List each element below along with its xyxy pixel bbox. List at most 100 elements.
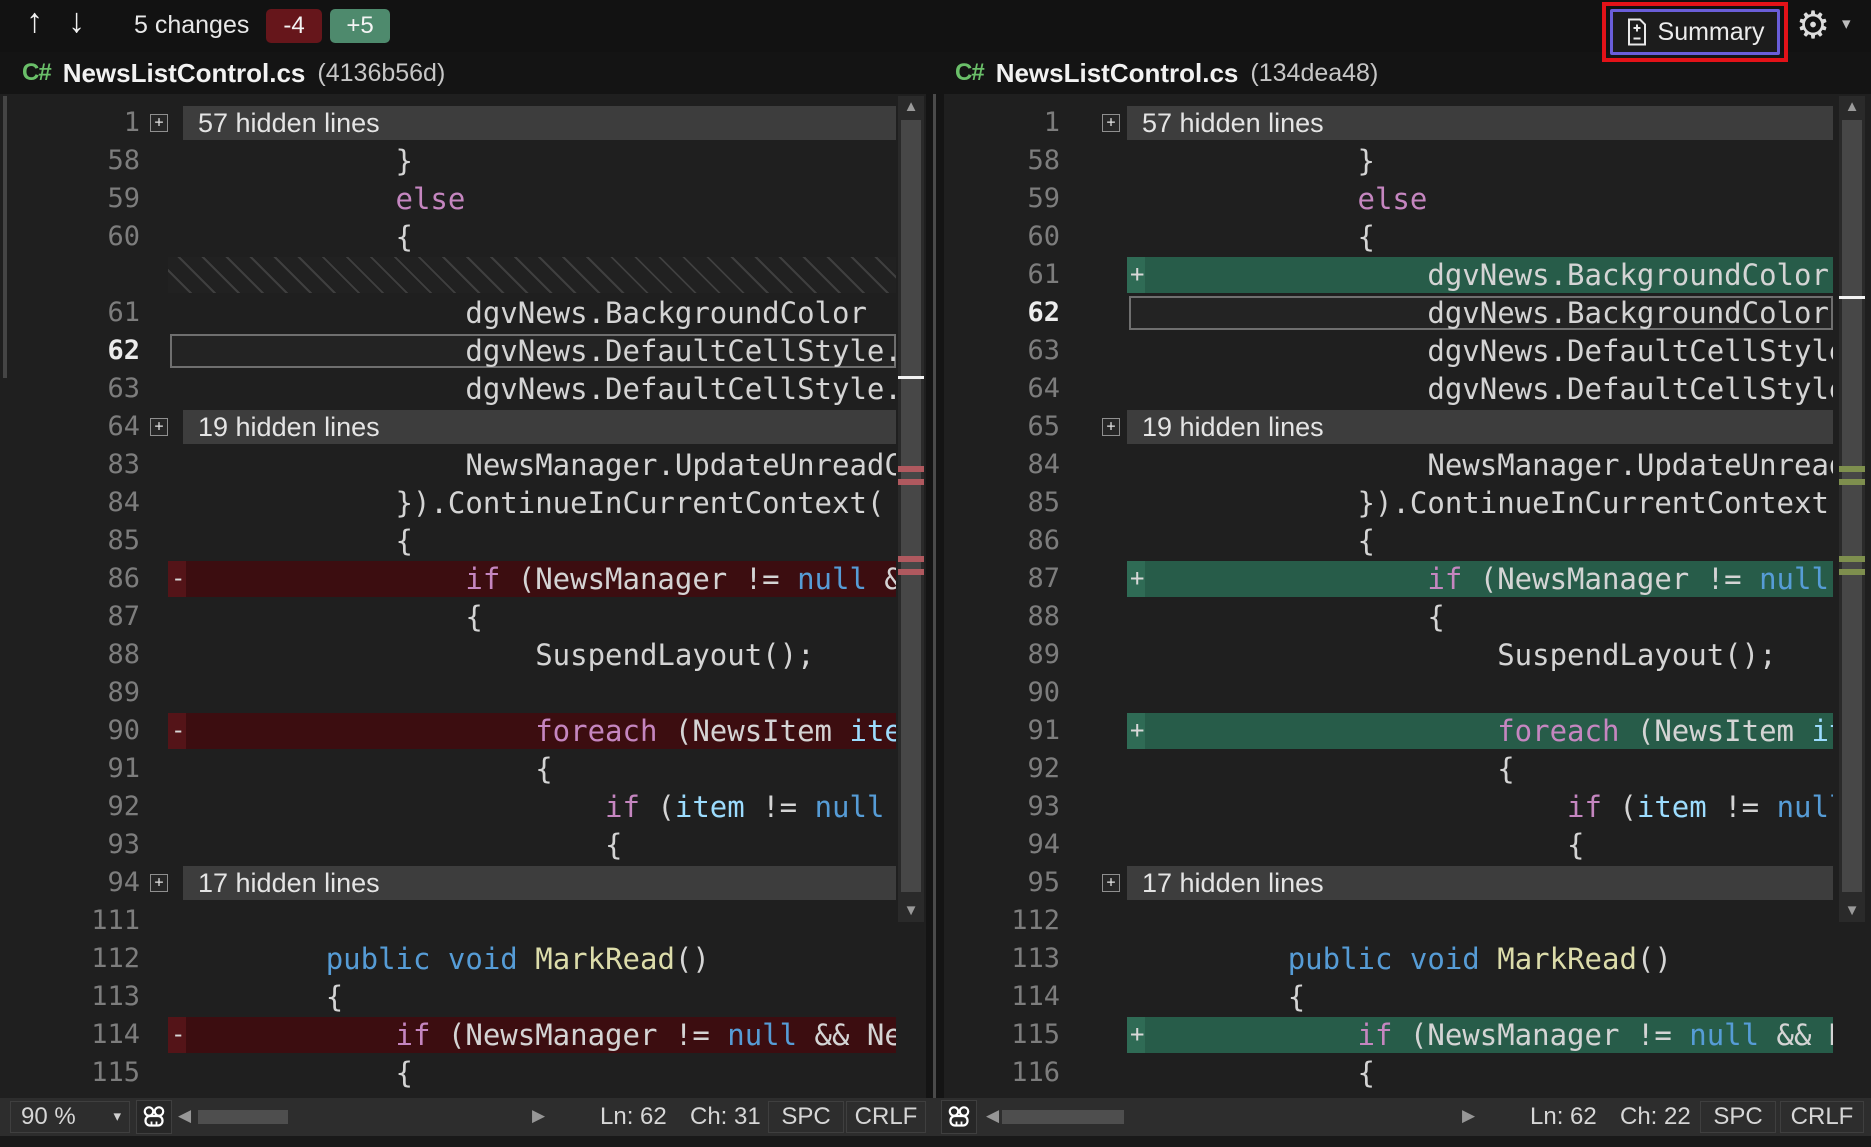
scrollbar-up-icon[interactable]: ▲ [898,96,924,118]
zoom-dropdown-caret-icon: ▾ [113,1102,121,1132]
gear-dropdown-caret-icon[interactable]: ▾ [1842,14,1851,34]
line-number: 84 [944,446,1060,484]
expand-region-icon[interactable]: + [1102,874,1120,892]
previous-change-icon[interactable]: ↑ [26,2,43,41]
code-line-row[interactable]: 114 { [944,978,1833,1016]
added-line-row[interactable]: 91+ foreach (NewsItem item in [944,712,1833,750]
hscroll-right-icon[interactable]: ▶ [532,1106,545,1126]
line-number: 87 [944,560,1060,598]
line-number: 60 [944,218,1060,256]
code-line-row[interactable]: 90 [944,674,1833,712]
code-line-row[interactable]: 113 { [0,978,896,1016]
code-line-row[interactable]: 94 { [944,826,1833,864]
code-line-row[interactable]: 58 } [0,142,896,180]
code-line-row[interactable]: 113 public void MarkRead() [944,940,1833,978]
line-ending-button[interactable]: CRLF [1780,1101,1864,1133]
hidden-lines-bar[interactable]: 57 hidden lines [183,106,896,140]
hscroll-right-icon[interactable]: ▶ [1462,1106,1475,1126]
code-line-row[interactable]: 58 } [944,142,1833,180]
code-line-row[interactable]: 87 { [0,598,896,636]
code-line-row[interactable]: 62 dgvNews.DefaultCellStyle.B [0,332,896,370]
code-line-row[interactable]: 83 NewsManager.UpdateUnreadCo [0,446,896,484]
right-pane-rows[interactable]: 1+57 hidden lines58 }59 else60 {61+ dgvN… [944,104,1833,1098]
left-pane-rows[interactable]: 1+57 hidden lines58 }59 else60 { 61 dgvNe… [0,104,896,1098]
space-mode-button[interactable]: SPC [768,1101,844,1133]
hidden-lines-row[interactable]: 65+19 hidden lines [944,408,1833,446]
hidden-lines-bar[interactable]: 17 hidden lines [183,866,896,900]
added-line-row[interactable]: 115+ if (NewsManager != null && NewsMan [944,1016,1833,1054]
code-line-row[interactable]: 59 else [0,180,896,218]
hidden-lines-bar[interactable]: 19 hidden lines [1127,410,1833,444]
code-line-row[interactable]: 59 else [944,180,1833,218]
code-line-row[interactable]: 84 }).ContinueInCurrentContext( [0,484,896,522]
hidden-lines-row[interactable]: 95 +17 hidden lines [944,864,1833,902]
code-line-row[interactable]: 116 { [944,1054,1833,1092]
left-hscrollbar-thumb[interactable] [198,1110,288,1124]
line-number: 95 [944,864,1060,902]
right-scrollbar-thumb[interactable] [1842,120,1862,892]
code-line-row[interactable]: 88 SuspendLayout(); [0,636,896,674]
added-line-row[interactable]: 61+ dgvNews.BackgroundColor = [944,256,1833,294]
robot-icon[interactable] [941,1100,977,1134]
code-line-row[interactable]: 88 { [944,598,1833,636]
code-line-row[interactable]: 112 public void MarkRead() [0,940,896,978]
additions-badge: +5 [330,9,390,43]
code-line-row[interactable]: 60 { [0,218,896,256]
code-line-row[interactable]: 112 [944,902,1833,940]
code-line-row[interactable]: 60 { [944,218,1833,256]
hidden-lines-bar[interactable]: 17 hidden lines [1127,866,1833,900]
expand-region-icon[interactable]: + [150,114,168,132]
hidden-lines-bar[interactable]: 19 hidden lines [183,410,896,444]
space-mode-button[interactable]: SPC [1700,1101,1776,1133]
code-line-row[interactable]: 111 [0,902,896,940]
scrollbar-down-icon[interactable]: ▼ [898,900,924,922]
right-vertical-scrollbar[interactable]: ▲ ▼ [1839,96,1865,922]
code-line-row[interactable]: 89 SuspendLayout(); [944,636,1833,674]
scrollbar-up-icon[interactable]: ▲ [1839,96,1865,118]
summary-button[interactable]: Summary [1610,9,1780,55]
code-line-row[interactable]: 92 { [944,750,1833,788]
code-line-row[interactable]: 85 { [0,522,896,560]
line-ending-button[interactable]: CRLF [846,1101,926,1133]
left-vertical-scrollbar[interactable]: ▲ ▼ [898,96,924,922]
zoom-level-dropdown[interactable]: 90 % ▾ [10,1101,130,1133]
robot-icon[interactable] [136,1100,172,1134]
hidden-lines-bar[interactable]: 57 hidden lines [1127,106,1833,140]
code-line-row[interactable]: 86 { [944,522,1833,560]
next-change-icon[interactable]: ↓ [68,2,85,41]
hscroll-left-icon[interactable]: ◀ [178,1106,191,1126]
hidden-lines-row[interactable]: 1+57 hidden lines [0,104,896,142]
code-line-row[interactable]: 63 dgvNews.DefaultCellStyle.B [944,332,1833,370]
code-line-row[interactable]: 64 dgvNews.DefaultCellStyle.B [944,370,1833,408]
right-hscrollbar-thumb[interactable] [1002,1110,1124,1124]
code-line-row[interactable]: 62 dgvNews.BackgroundColor = [944,294,1833,332]
code-line-row[interactable]: 91 { [0,750,896,788]
hidden-lines-row[interactable]: 94+17 hidden lines [0,864,896,902]
expand-region-icon[interactable]: + [1102,418,1120,436]
right-file-header: C# NewsListControl.cs (134dea48) [955,52,1378,94]
code-line-row[interactable]: 63 dgvNews.DefaultCellStyle.B [0,370,896,408]
scrollbar-down-icon[interactable]: ▼ [1839,900,1865,922]
code-line-row[interactable]: 84 NewsManager.UpdateUnreadCo [944,446,1833,484]
added-line-row[interactable]: 87+ if (NewsManager != null && [944,560,1833,598]
code-line-row[interactable]: 61 dgvNews.BackgroundColor [0,294,896,332]
deleted-line-row[interactable]: 114- if (NewsManager != null && NewsMan [0,1016,896,1054]
left-scrollbar-thumb[interactable] [901,120,921,892]
deleted-line-row[interactable]: 90- foreach (NewsItem item in [0,712,896,750]
minus-marker-icon: - [168,713,186,749]
expand-region-icon[interactable]: + [150,418,168,436]
hidden-lines-row[interactable]: 64+19 hidden lines [0,408,896,446]
code-line-row[interactable]: 93 if (item != null && [944,788,1833,826]
expand-region-icon[interactable]: + [150,874,168,892]
code-line-row[interactable]: 89 [0,674,896,712]
code-line-row[interactable]: 115 { [0,1054,896,1092]
hidden-lines-row[interactable]: 1+57 hidden lines [944,104,1833,142]
gear-icon[interactable]: ⚙ [1796,2,1830,50]
hscroll-left-icon[interactable]: ◀ [986,1106,999,1126]
deleted-line-row[interactable]: 86- if (NewsManager != null && [0,560,896,598]
right-file-hash: (134dea48) [1250,59,1378,88]
expand-region-icon[interactable]: + [1102,114,1120,132]
code-line-row[interactable]: 93 { [0,826,896,864]
code-line-row[interactable]: 92 if (item != null && [0,788,896,826]
code-line-row[interactable]: 85 }).ContinueInCurrentContext( [944,484,1833,522]
